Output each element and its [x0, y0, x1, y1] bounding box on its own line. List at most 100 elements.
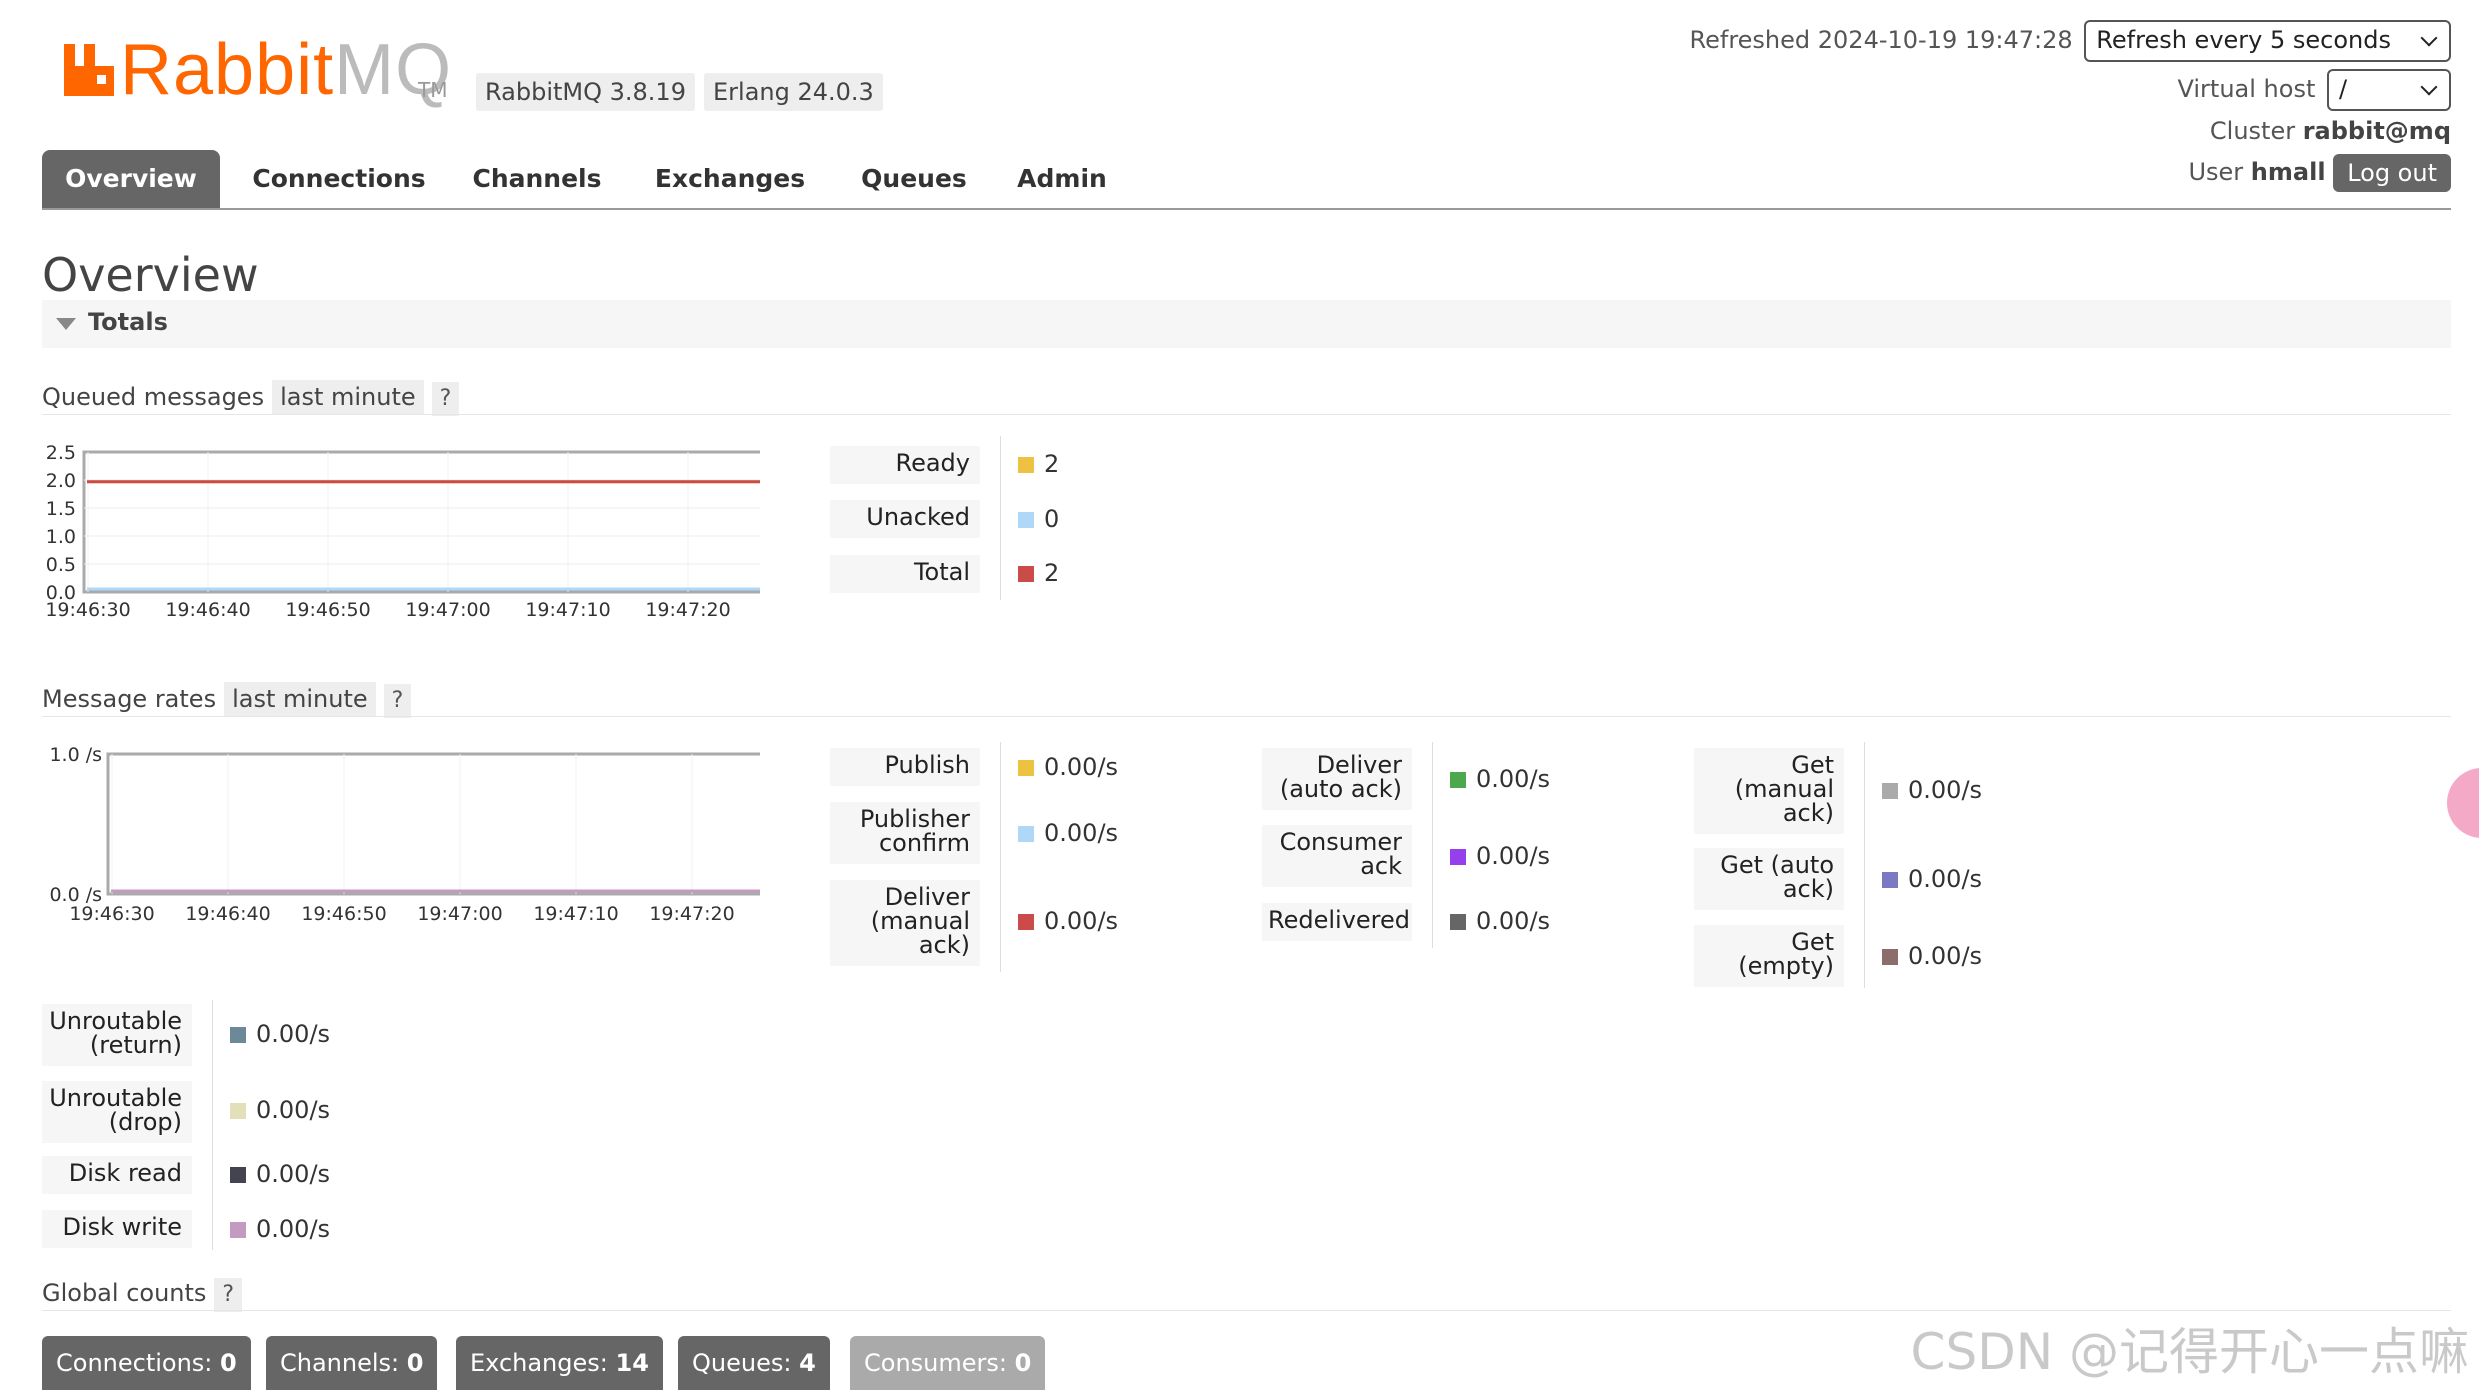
rates-col4-divider [212, 1000, 213, 1250]
page-title: Overview [42, 248, 259, 302]
chart-x-tick-label: 19:46:30 [69, 903, 154, 925]
refresh-interval-select[interactable]: Refresh every 5 seconds [2084, 20, 2451, 62]
rate-consumer-ack-value: 0.00/s [1450, 842, 1550, 870]
refresh-row: Refreshed 2024-10-19 19:47:28 Refresh ev… [1689, 20, 2451, 62]
rate-publish-label: Publish [830, 748, 980, 786]
rabbitmq-logo-icon [64, 44, 114, 96]
legend-unacked-label: Unacked [830, 500, 980, 538]
chart-y-tick-label: 1.0 [46, 526, 76, 548]
rate-disk-write-value: 0.00/s [230, 1215, 330, 1243]
consumer-ack-swatch-icon [1450, 849, 1466, 865]
rate-disk-write-label: Disk write [42, 1210, 192, 1248]
message-rates-title: Message rates last minute? [42, 682, 412, 718]
rate-unroutable-return-value: 0.00/s [230, 1020, 330, 1048]
disk-read-swatch-icon [230, 1167, 246, 1183]
count-connections-button[interactable]: Connections: 0 [42, 1336, 251, 1390]
global-counts-title: Global counts? [42, 1276, 243, 1312]
rate-get-manual-value: 0.00/s [1882, 776, 1982, 804]
erlang-version-badge: Erlang 24.0.3 [704, 73, 883, 111]
rates-col1-divider [1000, 742, 1001, 972]
logo-wordmark: RabbitMQ [120, 30, 453, 110]
chart-y-tick-label: 0.5 [46, 554, 76, 576]
rate-get-manual-label: Get (manual ack) [1694, 748, 1844, 834]
global-counts-divider [42, 1310, 2451, 1311]
rate-unroutable-return-label: Unroutable (return) [42, 1004, 192, 1066]
publisher-confirm-swatch-icon [1018, 826, 1034, 842]
rate-consumer-ack-label: Consumer ack [1262, 825, 1412, 887]
tab-admin[interactable]: Admin [1012, 150, 1112, 208]
legend-ready-label: Ready [830, 446, 980, 484]
chart-x-tick-label: 19:47:00 [417, 903, 502, 925]
virtual-host-select[interactable]: / [2327, 69, 2451, 111]
logout-button[interactable]: Log out [2333, 154, 2451, 192]
chart-x-tick-label: 19:46:40 [185, 903, 270, 925]
deliver-auto-swatch-icon [1450, 772, 1466, 788]
floating-helper-icon[interactable] [2447, 768, 2479, 838]
rate-get-empty-value: 0.00/s [1882, 942, 1982, 970]
rate-deliver-manual-value: 0.00/s [1018, 907, 1118, 935]
chart-x-tick-label: 19:47:20 [645, 599, 730, 621]
cluster-row: Cluster rabbit@mq [2210, 117, 2451, 145]
tab-channels[interactable]: Channels [462, 150, 612, 208]
get-manual-swatch-icon [1882, 783, 1898, 799]
count-queues-button[interactable]: Queues: 4 [678, 1336, 830, 1390]
queued-help-button[interactable]: ? [431, 382, 460, 416]
tab-queues[interactable]: Queues [852, 150, 976, 208]
rate-disk-read-label: Disk read [42, 1156, 192, 1194]
rate-disk-read-value: 0.00/s [230, 1160, 330, 1188]
rates-help-button[interactable]: ? [383, 684, 412, 718]
ready-swatch-icon [1018, 457, 1034, 473]
queued-divider [42, 414, 2451, 415]
rates-range-selector[interactable]: last minute [224, 682, 376, 716]
chart-y-tick-label: 1.5 [46, 498, 76, 520]
publish-swatch-icon [1018, 760, 1034, 776]
count-channels-button[interactable]: Channels: 0 [266, 1336, 438, 1390]
total-swatch-icon [1018, 566, 1034, 582]
chart-x-tick-label: 19:46:30 [45, 599, 130, 621]
unroutable-drop-swatch-icon [230, 1103, 246, 1119]
legend-unacked-value: 0 [1018, 505, 1059, 533]
rates-divider [42, 716, 2451, 717]
virtual-host-label: Virtual host [2177, 75, 2316, 103]
chart-plot-area [106, 752, 760, 896]
rate-deliver-manual-label: Deliver (manual ack) [830, 880, 980, 966]
user-row: User hmall Log out [2188, 154, 2451, 192]
chart-x-tick-label: 19:47:10 [525, 599, 610, 621]
rate-unroutable-drop-label: Unroutable (drop) [42, 1081, 192, 1143]
tab-connections[interactable]: Connections [242, 150, 436, 208]
chart-x-tick-label: 19:46:50 [301, 903, 386, 925]
nav-divider [42, 208, 2451, 210]
legend-ready-value: 2 [1018, 450, 1059, 478]
collapse-triangle-icon [56, 318, 76, 330]
global-counts-help-button[interactable]: ? [214, 1278, 243, 1312]
totals-label: Totals [88, 308, 168, 336]
totals-section-toggle[interactable]: Totals [42, 300, 2451, 348]
rate-redelivered-value: 0.00/s [1450, 907, 1550, 935]
queued-range-selector[interactable]: last minute [272, 380, 424, 414]
count-exchanges-button[interactable]: Exchanges: 14 [456, 1336, 663, 1390]
tab-exchanges[interactable]: Exchanges [642, 150, 818, 208]
queued-legend-divider [1000, 436, 1001, 600]
rate-redelivered-label: Redelivered [1262, 903, 1412, 941]
logo-trademark: TM [418, 78, 448, 102]
chart-x-tick-label: 19:47:10 [533, 903, 618, 925]
disk-write-swatch-icon [230, 1222, 246, 1238]
csdn-watermark: CSDN @记得开心一点嘛 [1910, 1323, 2469, 1381]
refreshed-timestamp: Refreshed 2024-10-19 19:47:28 [1689, 26, 2073, 54]
user-name: hmall [2250, 158, 2326, 186]
tab-overview[interactable]: Overview [42, 150, 220, 208]
chart-y-tick-label: 2.0 [46, 470, 76, 492]
cluster-name: rabbit@mq [2302, 117, 2451, 145]
rate-deliver-auto-label: Deliver (auto ack) [1262, 748, 1412, 810]
rate-deliver-auto-value: 0.00/s [1450, 765, 1550, 793]
chart-x-tick-label: 19:47:00 [405, 599, 490, 621]
user-label: User [2188, 158, 2244, 186]
get-empty-swatch-icon [1882, 949, 1898, 965]
rate-publisher-confirm-value: 0.00/s [1018, 819, 1118, 847]
chart-y-tick-label: 1.0 /s [49, 744, 102, 766]
rabbitmq-version-badge: RabbitMQ 3.8.19 [476, 73, 695, 111]
count-consumers-button[interactable]: Consumers: 0 [850, 1336, 1046, 1390]
cluster-label: Cluster [2209, 117, 2296, 145]
rate-publish-value: 0.00/s [1018, 753, 1118, 781]
queued-messages-chart: 2.52.01.51.00.50.019:46:30 19:46:40 19:46:… [45, 442, 760, 621]
